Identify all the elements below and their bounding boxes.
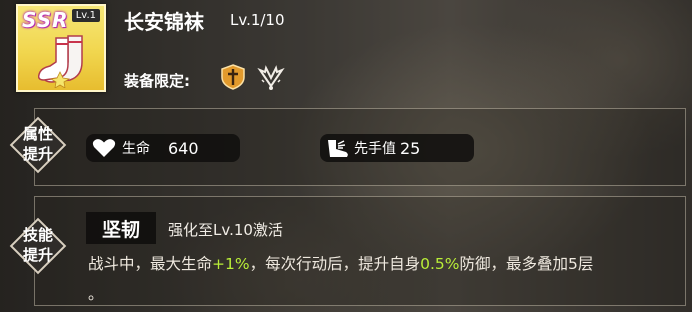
skill-name: 坚韧 — [101, 218, 140, 241]
skill-label-line1: 技能 — [22, 226, 53, 244]
wing-sparkle-icon[interactable] — [256, 64, 286, 92]
attribute-label-line1: 属性 — [22, 125, 53, 143]
skill-desc-text-1: 战斗中，最大生命 — [88, 255, 213, 273]
skill-name-box: 坚韧 — [86, 212, 156, 244]
skill-desc-text-3: 防御，最多叠加5层 — [459, 255, 594, 273]
stat-initiative-name: 先手值 — [354, 141, 396, 157]
item-level: Lv.1/10 — [230, 11, 285, 29]
skill-desc-text-4: 。 — [88, 285, 104, 303]
rarity-label: SSR — [22, 8, 69, 32]
attribute-section-badge: 属性 提升 — [8, 115, 68, 175]
skill-desc-value-1: +1% — [212, 255, 250, 273]
skill-section-badge: 技能 提升 — [8, 216, 68, 276]
stat-hp-name: 生命 — [122, 141, 150, 157]
item-name: 长安锦袜 — [124, 10, 204, 34]
card-level-badge: Lv.1 — [71, 9, 100, 22]
skill-desc-text-2: ，每次行动后，提升自身 — [249, 255, 421, 273]
winged-boot-icon — [328, 140, 348, 157]
sock-icon — [38, 35, 83, 88]
skill-unlock-condition: 强化至Lv.10激活 — [168, 221, 283, 239]
skill-description: 战斗中，最大生命+1%，每次行动后，提升自身0.5%防御，最多叠加5层。 — [88, 249, 684, 309]
skill-desc-value-2: 0.5% — [420, 255, 460, 273]
stat-initiative: 先手值 25 — [320, 134, 474, 162]
stat-initiative-value: 25 — [400, 138, 421, 158]
skill-label-line2: 提升 — [22, 246, 53, 264]
item-card[interactable]: SSR Lv.1 — [16, 4, 106, 92]
stat-hp: 生命 640 — [86, 134, 240, 162]
heart-icon — [92, 139, 116, 157]
attribute-label-line2: 提升 — [22, 145, 53, 163]
stat-hp-value: 640 — [168, 138, 199, 158]
equip-restriction-label: 装备限定: — [124, 72, 190, 90]
dagger-shield-icon[interactable] — [220, 64, 246, 90]
